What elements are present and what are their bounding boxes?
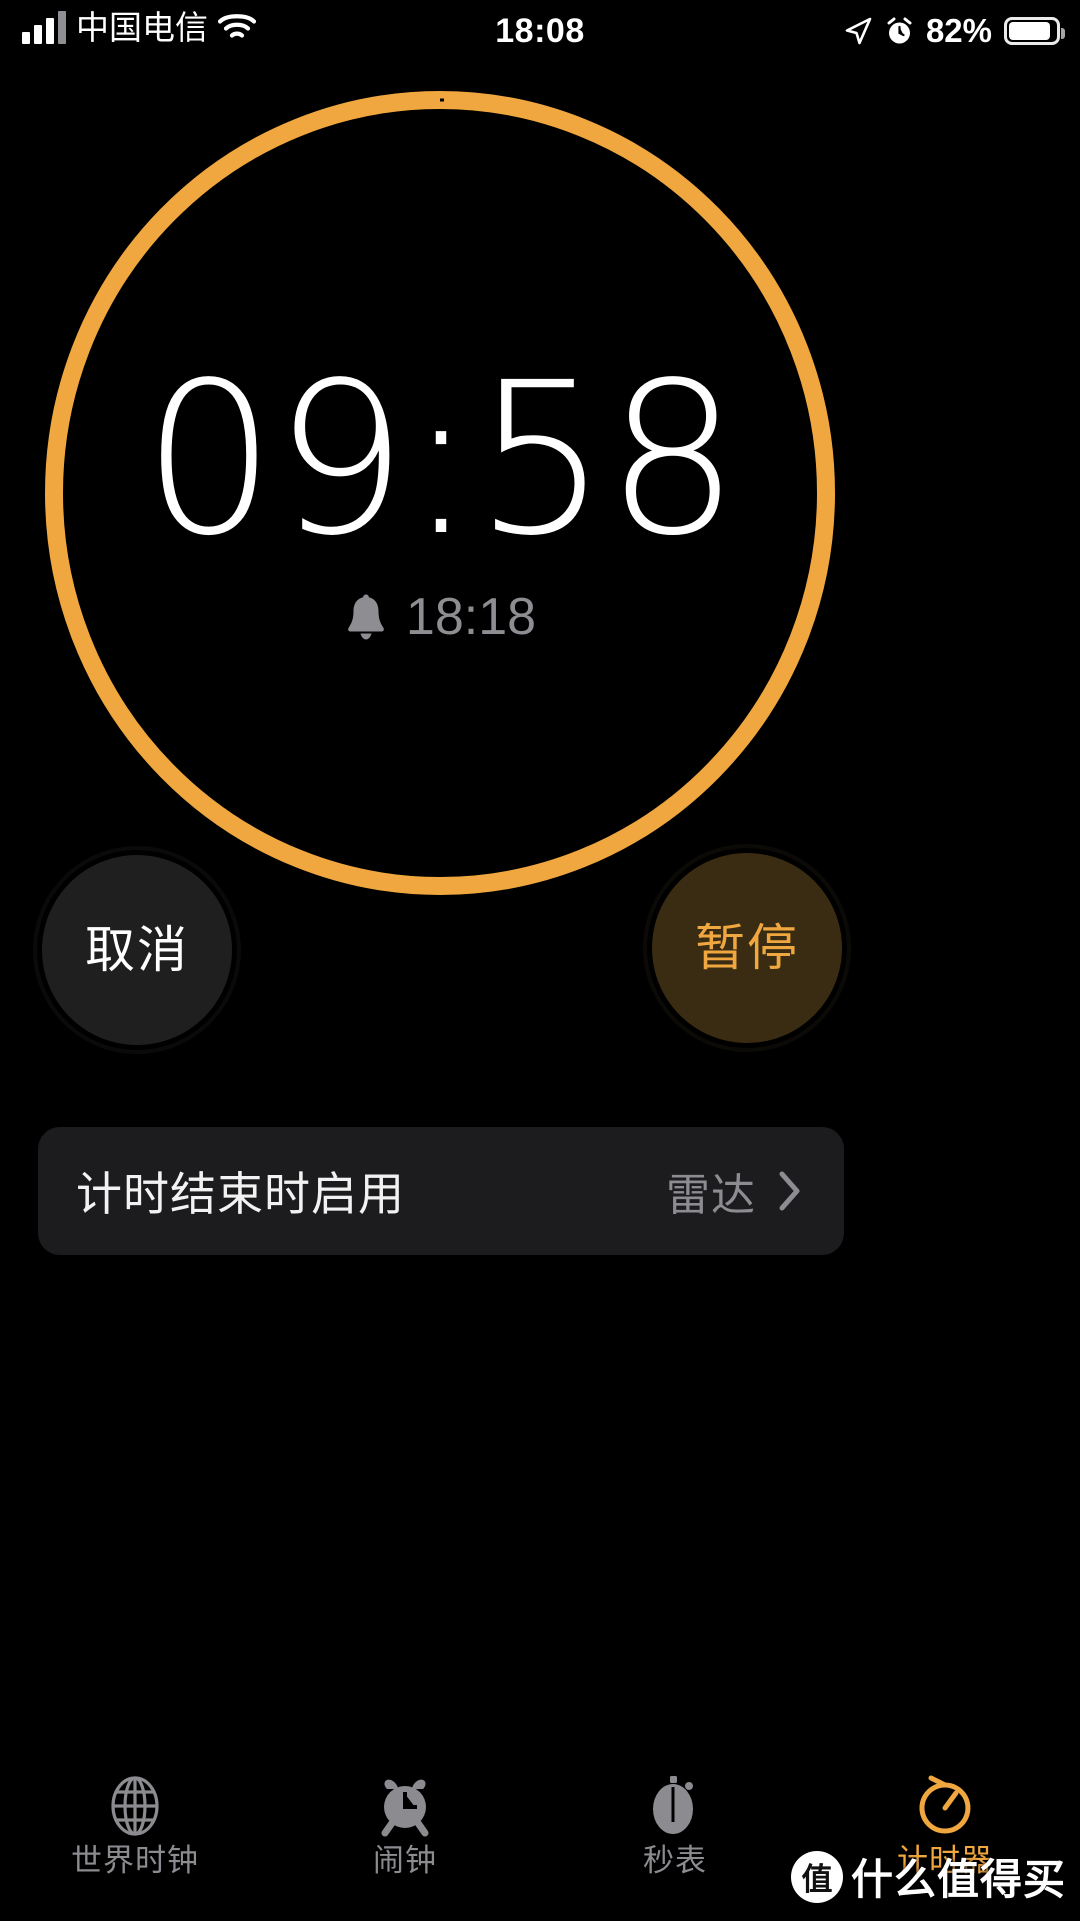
tab-alarm-label: 闹钟 [373, 1843, 437, 1878]
battery-icon [1004, 17, 1065, 45]
stopwatch-icon [644, 1775, 706, 1837]
tab-timer[interactable]: 计时器 [810, 1775, 1080, 1876]
tab-stopwatch-label: 秒表 [643, 1843, 707, 1878]
tab-timer-label: 计时器 [897, 1843, 993, 1878]
tab-stopwatch[interactable]: 秒表 [540, 1775, 810, 1876]
when-timer-ends-label: 计时结束时启用 [76, 1168, 405, 1220]
cancel-button-label: 取消 [85, 922, 189, 978]
tab-alarm[interactable]: 闹钟 [270, 1775, 540, 1876]
tab-world-clock[interactable]: 世界时钟 [0, 1775, 270, 1876]
timer-end-time: 18:18 [405, 588, 537, 646]
tab-bar: 世界时钟 闹钟 秒表 计时器 [0, 1753, 1080, 1921]
status-bar-right: 82% [843, 12, 1065, 50]
pause-button-label: 暂停 [695, 920, 799, 976]
timer-end-time-row: 18:18 [0, 591, 880, 643]
when-timer-ends-value: 雷达 [666, 1171, 756, 1220]
cancel-button[interactable]: 取消 [33, 846, 241, 1054]
when-timer-ends-value-wrap: 雷达 [666, 1159, 802, 1223]
timer-readout: 09:58 18:18 [0, 337, 880, 644]
alarm-clock-icon [885, 17, 914, 46]
pause-button[interactable]: 暂停 [643, 844, 851, 1052]
when-timer-ends-row[interactable]: 计时结束时启用 雷达 [38, 1127, 844, 1255]
timer-remaining-time: 09:58 [142, 337, 739, 582]
bell-icon [344, 593, 388, 641]
globe-icon [104, 1775, 166, 1837]
chevron-right-icon [778, 1170, 802, 1212]
location-arrow-icon [843, 16, 873, 46]
timer-icon [914, 1775, 976, 1837]
status-bar: 中国电信 18:08 82% [0, 0, 1080, 72]
battery-percent-label: 82% [925, 12, 992, 49]
alarm-clock-icon [374, 1775, 436, 1837]
tab-world-clock-label: 世界时钟 [71, 1843, 199, 1878]
